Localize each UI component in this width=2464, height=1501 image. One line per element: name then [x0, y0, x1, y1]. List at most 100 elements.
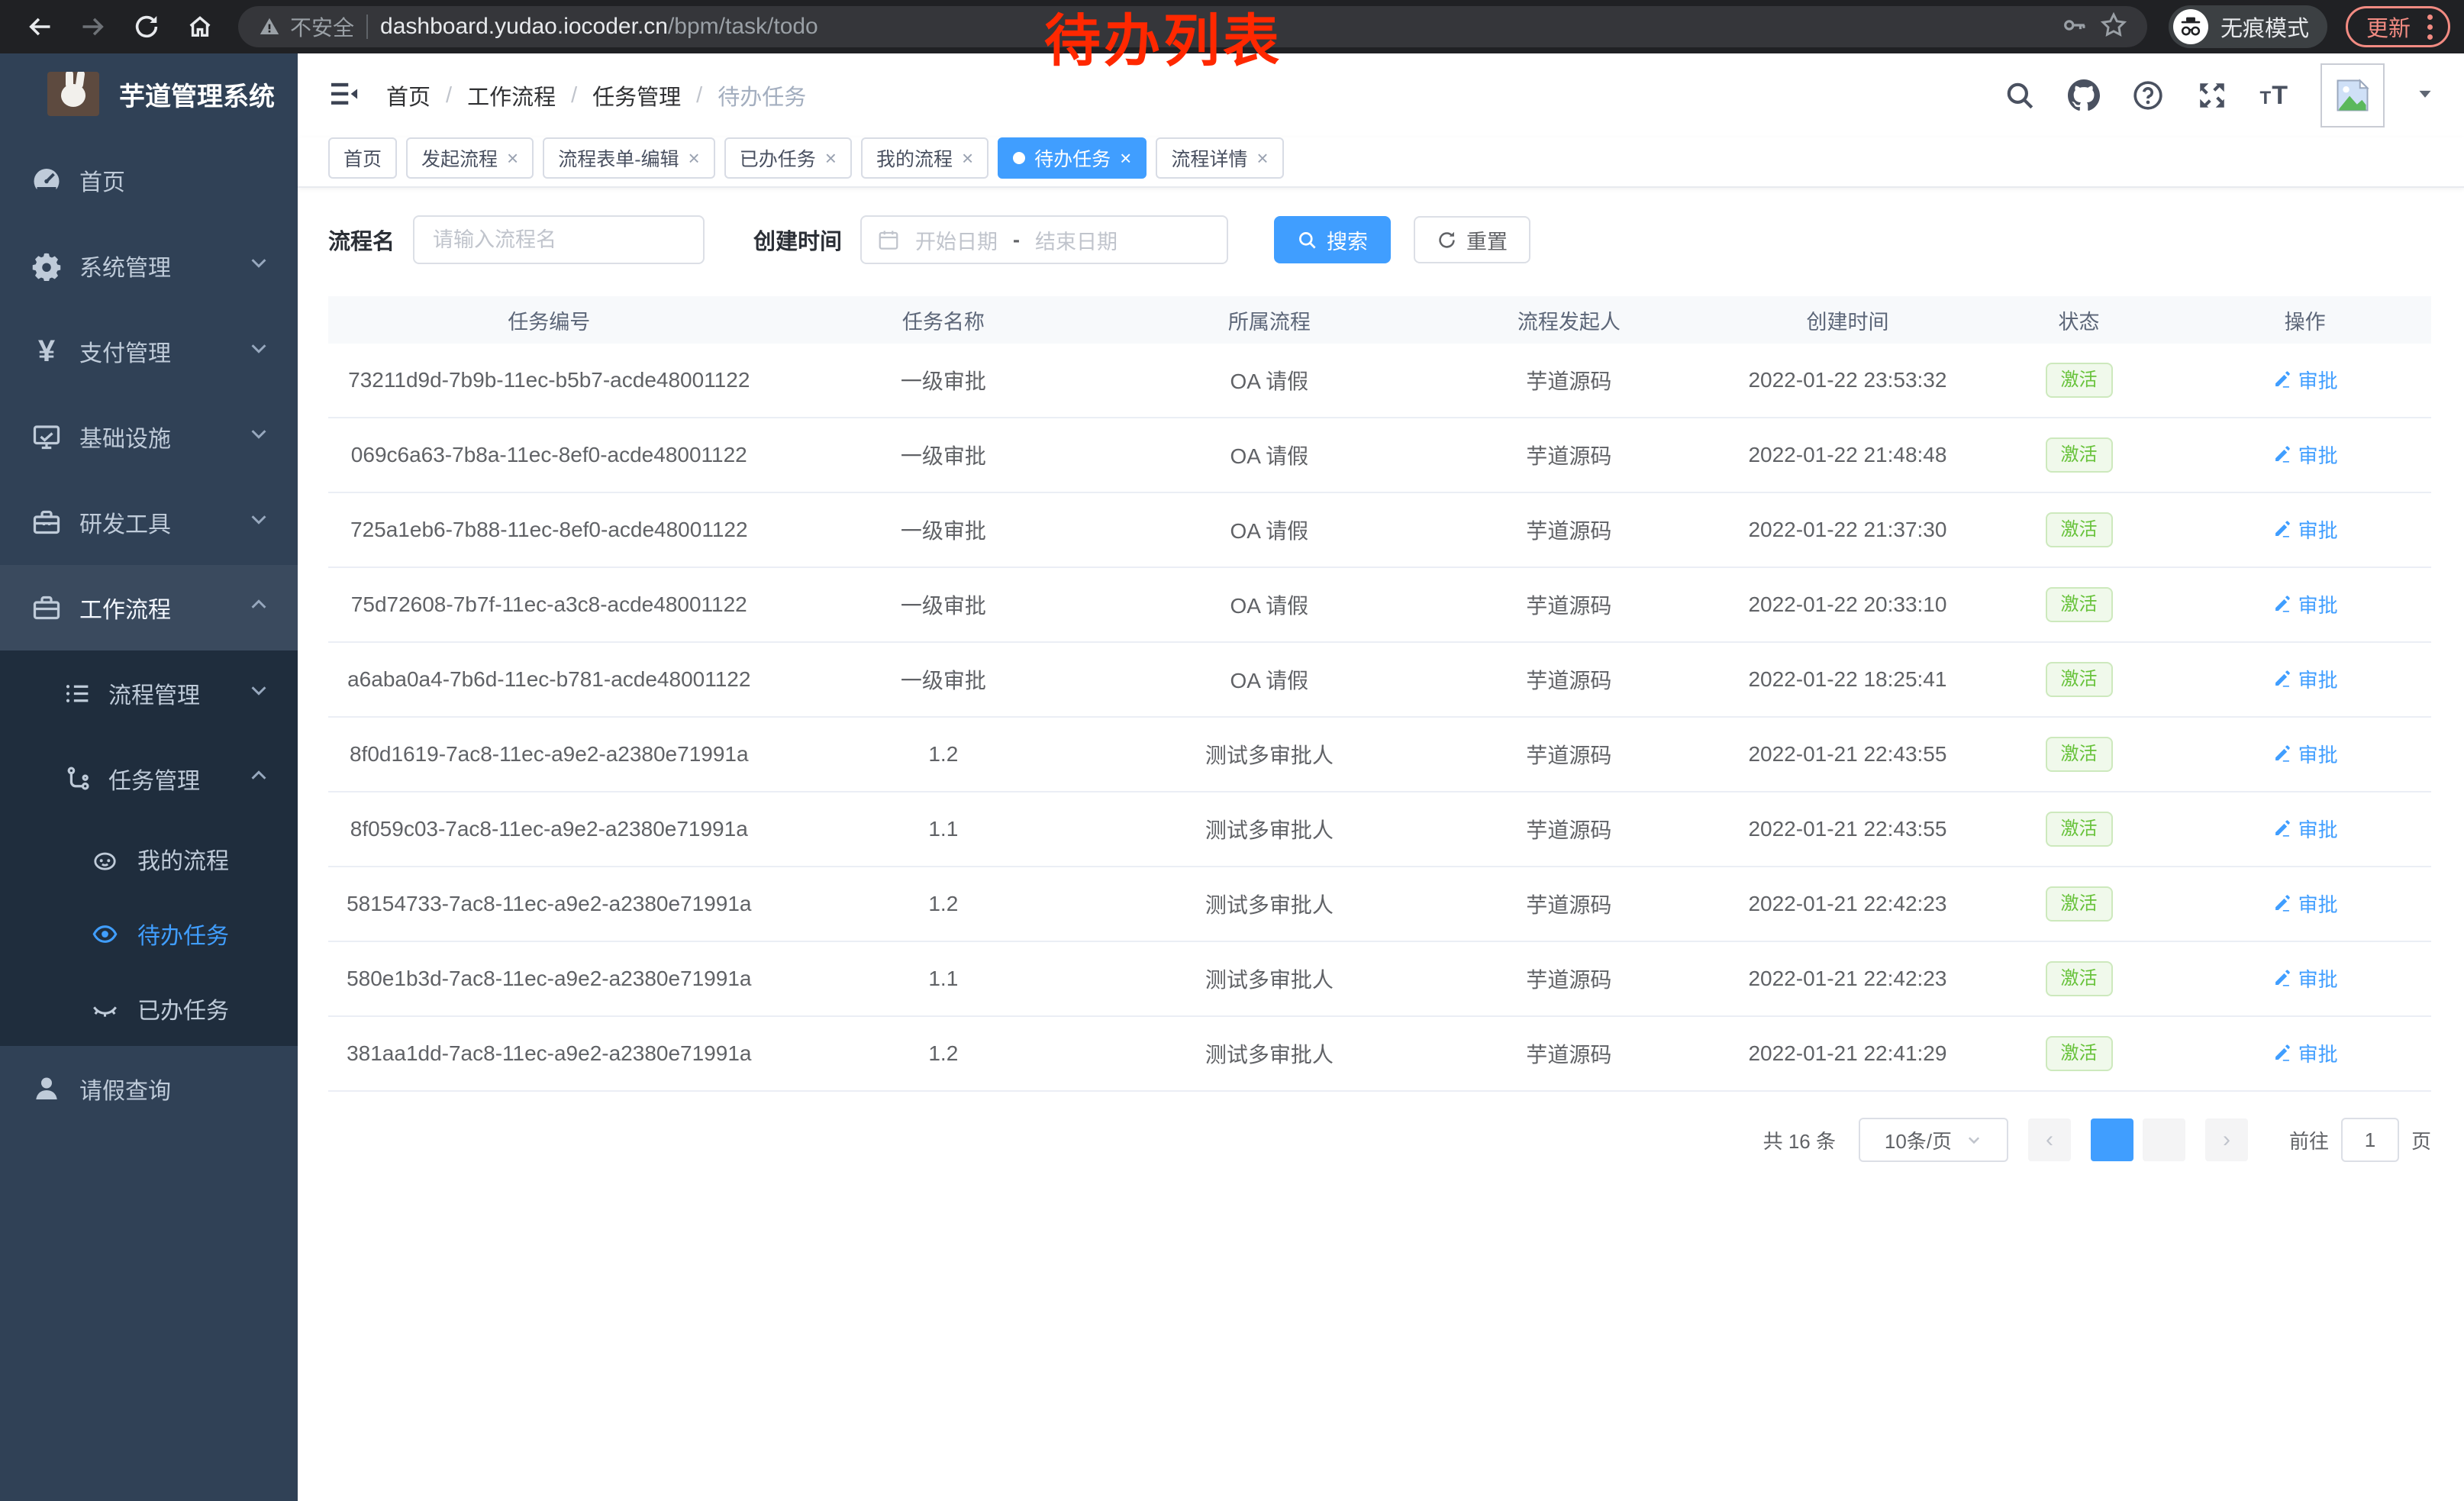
page-number-button[interactable] — [2091, 1118, 2133, 1161]
cell-process: OA 请假 — [1117, 589, 1421, 620]
sidebar-item-my-process[interactable]: 我的流程 — [0, 822, 298, 896]
next-page-button[interactable]: › — [2205, 1118, 2248, 1161]
sidebar-item-payment[interactable]: ¥ 支付管理 — [0, 308, 298, 394]
key-icon[interactable] — [2062, 12, 2088, 42]
approve-button[interactable]: 审批 — [2272, 515, 2338, 544]
tab-close-icon[interactable]: × — [825, 148, 837, 168]
fullscreen-icon[interactable] — [2196, 79, 2228, 111]
sidebar-item-process-mgmt[interactable]: 流程管理 — [0, 650, 298, 736]
status-badge: 激活 — [2046, 1036, 2113, 1071]
cell-created: 2022-01-21 22:42:23 — [1716, 967, 1979, 991]
workflow-submenu: 流程管理 任务管理 我的流程 — [0, 650, 298, 1046]
date-range-picker[interactable]: 开始日期 - 结束日期 — [860, 215, 1228, 264]
sidebar-item-home[interactable]: 首页 — [0, 137, 298, 223]
browser-menu-icon[interactable] — [2421, 15, 2439, 40]
approve-button[interactable]: 审批 — [2272, 590, 2338, 618]
cell-starter: 芋道源码 — [1422, 664, 1717, 695]
cell-created: 2022-01-22 21:48:48 — [1716, 443, 1979, 467]
sidebar-item-todo-tasks[interactable]: 待办任务 — [0, 896, 298, 971]
tab[interactable]: 已办任务 × — [724, 137, 852, 179]
forward-icon[interactable] — [70, 4, 116, 50]
sidebar-item-leave-query[interactable]: 请假查询 — [0, 1046, 298, 1131]
cell-created: 2022-01-22 18:25:41 — [1716, 667, 1979, 692]
sidebar-item-task-mgmt[interactable]: 任务管理 — [0, 736, 298, 822]
approve-button[interactable]: 审批 — [2272, 441, 2338, 469]
tab[interactable]: 待办任务 × — [998, 137, 1147, 179]
reload-icon[interactable] — [124, 4, 169, 50]
cell-process: 测试多审批人 — [1117, 889, 1421, 919]
tab[interactable]: 首页 — [328, 137, 397, 179]
update-button[interactable]: 更新 — [2346, 6, 2450, 47]
cell-task-name: 一级审批 — [770, 589, 1118, 620]
approve-button[interactable]: 审批 — [2272, 740, 2338, 768]
tab-close-icon[interactable]: × — [962, 148, 973, 168]
tab[interactable]: 流程详情 × — [1156, 137, 1283, 179]
prev-page-button[interactable]: ‹ — [2028, 1118, 2071, 1161]
sidebar-collapse-icon[interactable] — [328, 78, 360, 114]
approve-button[interactable]: 审批 — [2272, 665, 2338, 693]
search-button[interactable]: 搜索 — [1274, 216, 1391, 263]
caret-down-icon[interactable] — [2417, 86, 2433, 106]
create-time-label: 创建时间 — [753, 224, 842, 256]
tab-close-icon[interactable]: × — [1120, 148, 1131, 168]
approve-button[interactable]: 审批 — [2272, 815, 2338, 843]
sidebar-item-infrastructure[interactable]: 基础设施 — [0, 394, 298, 479]
approve-button[interactable]: 审批 — [2272, 1039, 2338, 1067]
toolbox-icon — [31, 506, 63, 538]
table-row: 069c6a63-7b8a-11ec-8ef0-acde48001122 一级审… — [328, 418, 2431, 493]
approve-button[interactable]: 审批 — [2272, 366, 2338, 394]
calendar-icon — [877, 228, 900, 251]
process-name-input[interactable] — [413, 215, 705, 264]
breadcrumb-workflow[interactable]: 工作流程 — [467, 79, 556, 111]
approve-button[interactable]: 审批 — [2272, 964, 2338, 993]
search-icon[interactable] — [2004, 79, 2036, 111]
help-icon[interactable] — [2132, 79, 2164, 111]
github-icon[interactable] — [2068, 79, 2100, 111]
edit-icon — [2272, 1043, 2292, 1063]
bookmark-star-icon[interactable] — [2100, 11, 2127, 43]
approve-button[interactable]: 审批 — [2272, 889, 2338, 918]
content: 流程名 创建时间 开始日期 - 结束日期 搜索 — [298, 188, 2464, 1501]
sidebar-item-done-tasks[interactable]: 已办任务 — [0, 971, 298, 1046]
font-size-icon[interactable]: TT — [2260, 81, 2288, 111]
chevron-down-icon — [247, 422, 270, 451]
avatar[interactable] — [2320, 63, 2385, 128]
tab[interactable]: 流程表单-编辑 × — [543, 137, 715, 179]
sidebar-item-workflow[interactable]: 工作流程 — [0, 565, 298, 650]
page-size-select[interactable]: 10条/页 — [1859, 1118, 2008, 1162]
sidebar-item-devtools[interactable]: 研发工具 — [0, 479, 298, 565]
goto-page-input[interactable] — [2341, 1118, 2399, 1162]
reset-button[interactable]: 重置 — [1414, 216, 1530, 263]
edit-icon — [2272, 370, 2292, 389]
back-icon[interactable] — [17, 4, 63, 50]
logo-image — [47, 72, 99, 116]
table-row: 75d72608-7b7f-11ec-a3c8-acde48001122 一级审… — [328, 568, 2431, 643]
warning-icon — [258, 15, 281, 38]
page-buttons — [2082, 1118, 2185, 1161]
tab-close-icon[interactable]: × — [507, 148, 518, 168]
robot-face-icon — [89, 843, 121, 875]
sidebar-item-system[interactable]: 系统管理 — [0, 223, 298, 308]
breadcrumb-task-mgmt[interactable]: 任务管理 — [592, 79, 681, 111]
status-badge: 激活 — [2046, 662, 2113, 697]
cell-task-id: 8f059c03-7ac8-11ec-a9e2-a2380e71991a — [328, 817, 770, 841]
cell-created: 2022-01-21 22:43:55 — [1716, 742, 1979, 767]
tab[interactable]: 我的流程 × — [861, 137, 989, 179]
breadcrumb-home[interactable]: 首页 — [386, 79, 431, 111]
table-row: 8f059c03-7ac8-11ec-a9e2-a2380e71991a 1.1… — [328, 792, 2431, 867]
tab-close-icon[interactable]: × — [1256, 148, 1268, 168]
tab[interactable]: 发起流程 × — [406, 137, 534, 179]
page-number-button[interactable] — [2143, 1118, 2185, 1161]
edit-icon — [2272, 669, 2292, 689]
tab-close-icon[interactable]: × — [689, 148, 700, 168]
cell-task-name: 一级审批 — [770, 664, 1118, 695]
status-badge: 激活 — [2046, 961, 2113, 996]
cell-task-name: 1.2 — [770, 1041, 1118, 1066]
url-path: /bpm/task/todo — [668, 14, 818, 39]
cell-task-id: 381aa1dd-7ac8-11ec-a9e2-a2380e71991a — [328, 1041, 770, 1066]
home-icon[interactable] — [177, 4, 223, 50]
breadcrumb: 首页 / 工作流程 / 任务管理 / 待办任务 — [386, 79, 806, 111]
cell-starter: 芋道源码 — [1422, 589, 1717, 620]
table-row: 58154733-7ac8-11ec-a9e2-a2380e71991a 1.2… — [328, 867, 2431, 942]
status-badge: 激活 — [2046, 886, 2113, 922]
